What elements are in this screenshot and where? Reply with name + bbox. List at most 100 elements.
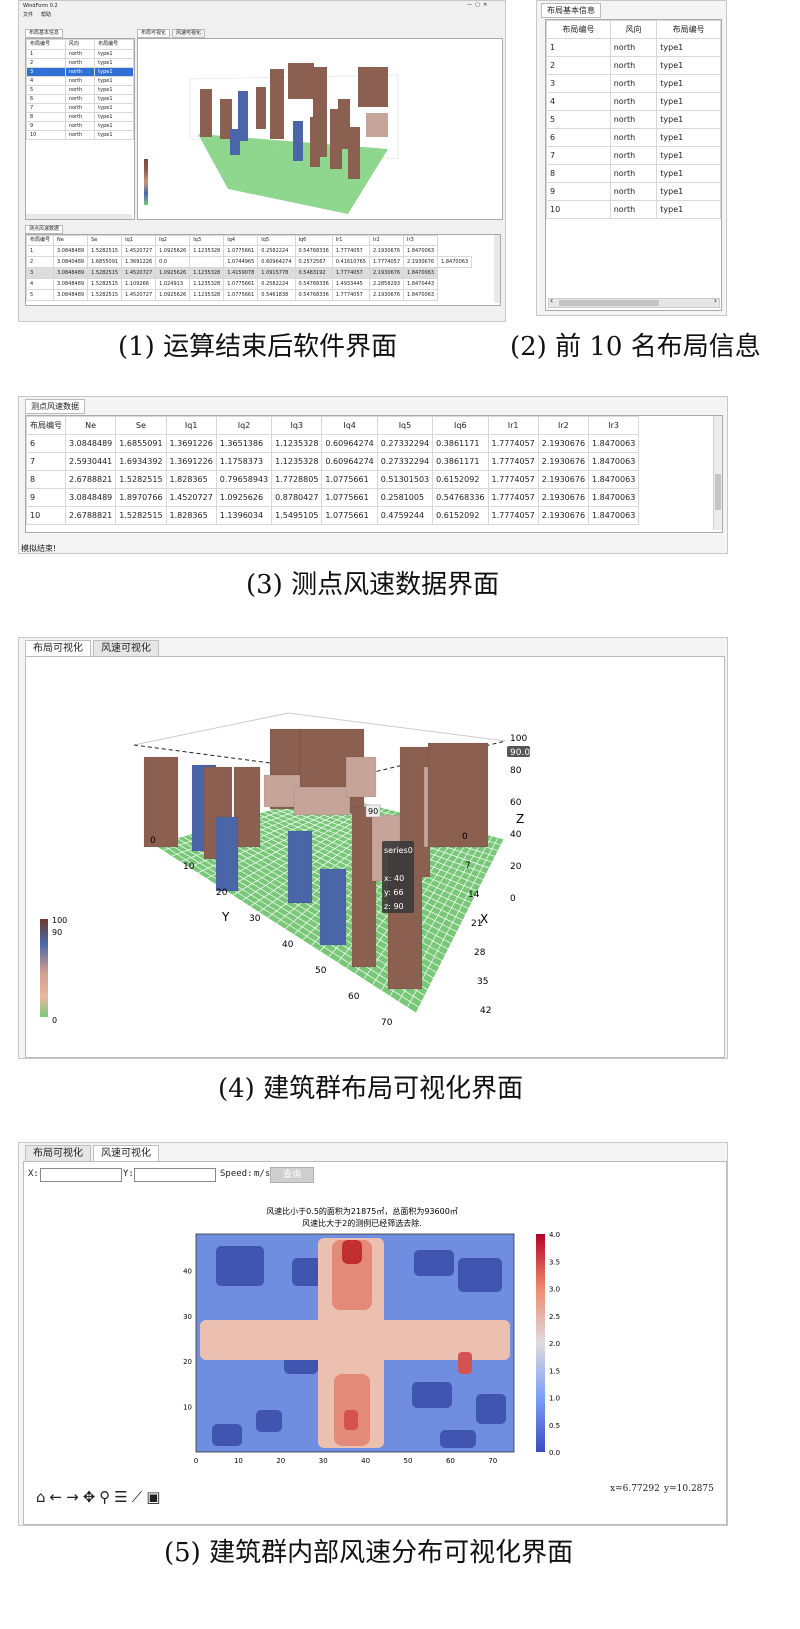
- layout-list-row[interactable]: 3 north type1: [26, 67, 134, 77]
- wind-data-row[interactable]: 7 2.5930441 1.6934392 1.3691226 1.1758373 1.1…: [26, 452, 640, 471]
- tab-layout-viz[interactable]: 布局可视化: [25, 640, 91, 657]
- lines-icon[interactable]: ⟋: [132, 1488, 143, 1506]
- wind-data-row[interactable]: 8 2.6788821 1.5282515 1.828365 0.79658943 1.7…: [26, 470, 640, 489]
- tab-wind-viz[interactable]: 风速可视化: [93, 640, 159, 657]
- configure-icon[interactable]: ☰: [114, 1488, 127, 1506]
- col-header[interactable]: 布局编号: [26, 39, 66, 50]
- col-header-direction[interactable]: 风向: [609, 20, 658, 39]
- layout-info-row[interactable]: 4 north type1: [546, 92, 721, 111]
- col-header[interactable]: Iq4: [223, 235, 259, 246]
- horizontal-scrollbar[interactable]: ‹ ›: [548, 296, 720, 308]
- col-header[interactable]: Se: [87, 235, 123, 246]
- menu-file[interactable]: 文件: [23, 12, 33, 19]
- layout-list-row[interactable]: 9 north type1: [26, 121, 134, 131]
- layout-info-row[interactable]: 5 north type1: [546, 110, 721, 129]
- col-header[interactable]: 风向: [64, 39, 96, 50]
- building-bar[interactable]: [287, 830, 313, 904]
- window-controls[interactable]: — ▢ ✕: [467, 2, 487, 9]
- col-header[interactable]: Iq4: [321, 416, 378, 435]
- bottom-table-row[interactable]: 3 3.0848489 1.5282515 1.4520727 1.0925626 1.1…: [26, 267, 472, 279]
- col-header[interactable]: 布局编号: [26, 416, 66, 435]
- layout-list-row[interactable]: 10 north type1: [26, 130, 134, 140]
- col-header[interactable]: Ne: [53, 235, 89, 246]
- col-header[interactable]: Ne: [64, 416, 117, 435]
- layout-info-row[interactable]: 9 north type1: [546, 182, 721, 201]
- layout-list-row[interactable]: 6 north type1: [26, 94, 134, 104]
- save-icon[interactable]: ▣: [146, 1488, 160, 1506]
- layout-info-row[interactable]: 6 north type1: [546, 128, 721, 147]
- scroll-thumb[interactable]: [715, 474, 721, 510]
- col-header[interactable]: Iq1: [165, 416, 217, 435]
- vertical-scrollbar[interactable]: [713, 416, 722, 530]
- layout-list-row[interactable]: 5 north type1: [26, 85, 134, 95]
- col-header[interactable]: 布局编号: [26, 235, 55, 246]
- wind-data-row[interactable]: 6 3.0848489 1.6855091 1.3691226 1.3651386 1.1…: [26, 434, 640, 453]
- layout-info-row[interactable]: 2 north type1: [546, 56, 721, 75]
- bottom-tab[interactable]: 测点风速数据: [25, 225, 64, 234]
- layout-list-row[interactable]: 4 north type1: [26, 76, 134, 86]
- col-header-id[interactable]: 布局编号: [546, 20, 611, 39]
- tab-wind-viz[interactable]: 风速可视化: [93, 1145, 159, 1162]
- col-header[interactable]: Ir3: [403, 235, 439, 246]
- scroll-right-arrow[interactable]: ›: [714, 296, 717, 305]
- layout-info-row[interactable]: 10 north type1: [546, 200, 721, 219]
- col-header[interactable]: Iq6: [294, 235, 333, 246]
- wind-heatmap[interactable]: [196, 1234, 514, 1452]
- bottom-table-row[interactable]: 2 3.0840489 1.6855091 1.3691226 0.0 1.0744965…: [26, 256, 473, 268]
- bottom-table-row[interactable]: 1 3.0848489 1.5282515 1.4520727 1.0925626 1.1…: [26, 245, 472, 257]
- col-header[interactable]: Ir2: [537, 416, 590, 435]
- scroll-left-arrow[interactable]: ‹: [550, 296, 553, 305]
- col-header[interactable]: Iq6: [432, 416, 489, 435]
- pan-icon[interactable]: ✥: [83, 1488, 96, 1506]
- layout-3d-canvas[interactable]: 100 80 60 40 20 0 90.00 Z 0 7 14 21 28 35 42 X 0 10 20 30 40…: [25, 656, 725, 1058]
- col-header[interactable]: Ir2: [368, 235, 405, 246]
- home-icon[interactable]: ⌂: [36, 1488, 46, 1506]
- col-header[interactable]: Iq3: [271, 416, 323, 435]
- wind-data-row[interactable]: 10 2.6788821 1.5282515 1.828365 1.1396034 1.5…: [26, 506, 640, 525]
- layout-list-row[interactable]: 8 north type1: [26, 112, 134, 122]
- menu-help[interactable]: 帮助: [41, 12, 51, 19]
- col-header[interactable]: Iq5: [257, 235, 296, 246]
- scroll-thumb[interactable]: [559, 300, 659, 306]
- building-bar[interactable]: [427, 742, 489, 848]
- wind-data-row[interactable]: 9 3.0848489 1.8970766 1.4520727 1.0925626 0.8…: [26, 488, 640, 507]
- left-list-tab[interactable]: 布局基本信息: [25, 29, 64, 38]
- layout-info-row[interactable]: 1 north type1: [546, 38, 721, 57]
- building-bar[interactable]: [293, 786, 351, 816]
- building-bar[interactable]: [143, 756, 179, 848]
- building-bar[interactable]: [215, 816, 239, 892]
- col-header[interactable]: Iq3: [189, 235, 225, 246]
- col-header[interactable]: 布局编号: [94, 39, 134, 50]
- forward-icon[interactable]: →: [66, 1488, 79, 1506]
- col-header[interactable]: Iq2: [155, 235, 191, 246]
- layout-list-row[interactable]: 7 north type1: [26, 103, 134, 113]
- y-tick-label: 40: [183, 1267, 192, 1275]
- layout-list-row[interactable]: 1 north type1: [26, 49, 134, 59]
- mini-3d-view[interactable]: [137, 38, 503, 220]
- col-header[interactable]: Iq2: [215, 416, 273, 435]
- tab-layout-viz[interactable]: 布局可视化: [25, 1145, 91, 1162]
- col-header[interactable]: Iq5: [376, 416, 434, 435]
- col-header[interactable]: Iq1: [121, 235, 157, 246]
- col-header[interactable]: Ir1: [487, 416, 539, 435]
- horizontal-scrollbar[interactable]: [26, 214, 132, 219]
- layout-list-row[interactable]: 2 north type1: [26, 58, 134, 68]
- building-bar[interactable]: [345, 756, 377, 798]
- layout-info-row[interactable]: 8 north type1: [546, 164, 721, 183]
- col-header[interactable]: Ir1: [331, 235, 371, 246]
- zoom-icon[interactable]: ⚲: [99, 1488, 110, 1506]
- col-header[interactable]: Se: [115, 416, 167, 435]
- bottom-table-row[interactable]: 5 3.0848489 1.5282515 1.4520727 1.0925626 1.1…: [26, 289, 472, 301]
- vertical-scrollbar[interactable]: [494, 235, 500, 303]
- layout-info-row[interactable]: 3 north type1: [546, 74, 721, 93]
- wind-data-tab[interactable]: 测点风速数据: [25, 399, 85, 414]
- bottom-table-row[interactable]: 4 3.0848489 1.5282515 1.109266 1.024913 1.123…: [26, 278, 472, 290]
- layout-info-tab[interactable]: 布局基本信息: [541, 3, 601, 18]
- layout-info-row[interactable]: 7 north type1: [546, 146, 721, 165]
- back-icon[interactable]: ←: [50, 1488, 63, 1506]
- building-bar[interactable]: [319, 868, 347, 946]
- col-header-type[interactable]: 布局编号: [656, 20, 721, 39]
- tab-wind-viz[interactable]: 风速可视化: [172, 29, 206, 38]
- col-header[interactable]: Ir3: [588, 416, 640, 435]
- tab-layout-viz[interactable]: 布局可视化: [137, 29, 171, 38]
